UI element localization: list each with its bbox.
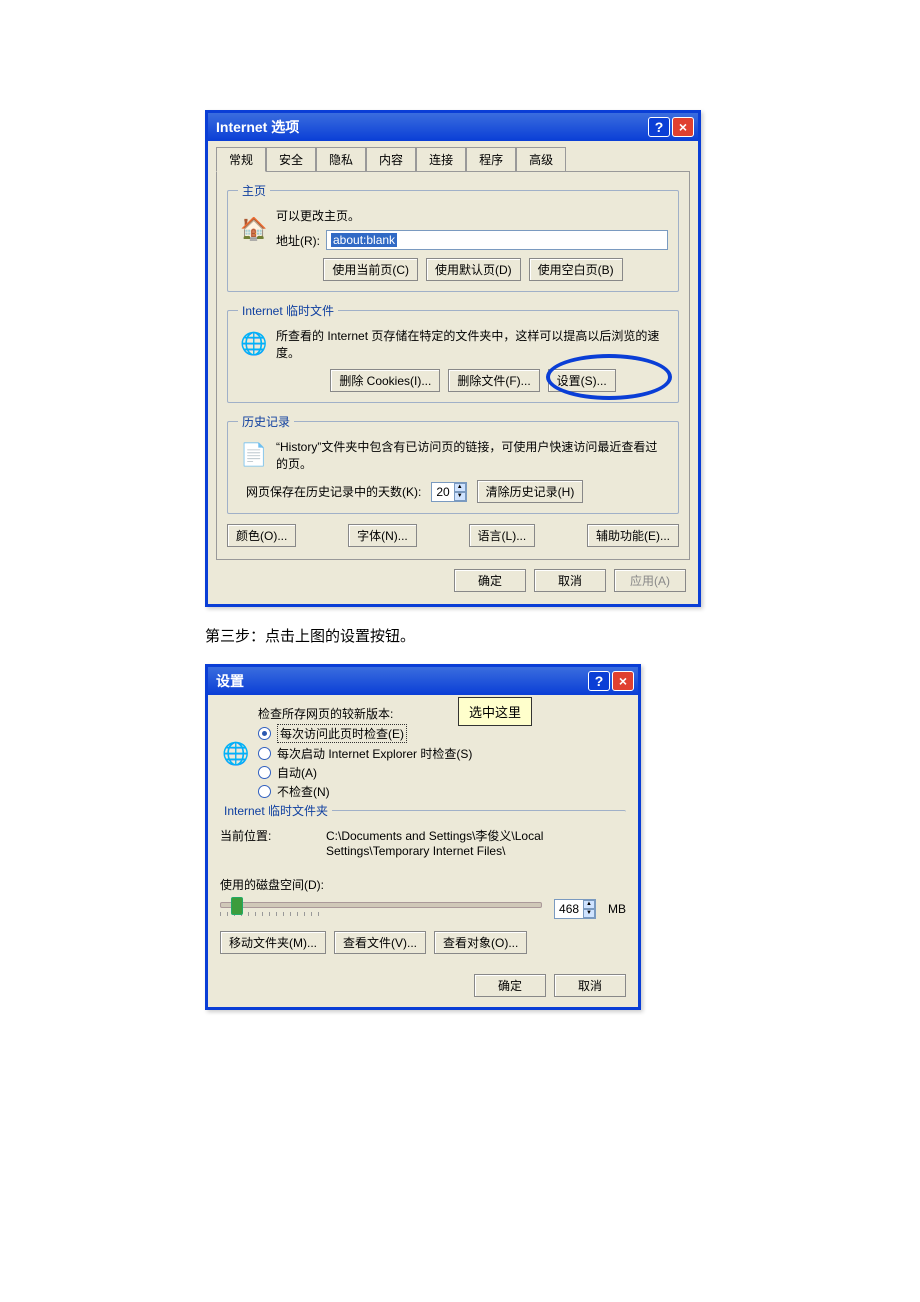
location-label: 当前位置:: [220, 827, 320, 844]
colors-button[interactable]: 颜色(O)...: [227, 524, 296, 547]
tab-connection[interactable]: 连接: [416, 147, 466, 172]
radio-auto-label: 自动(A): [277, 764, 317, 781]
radio-every-start-label: 每次启动 Internet Explorer 时检查(S): [277, 745, 472, 762]
settings-button[interactable]: 设置(S)...: [548, 369, 616, 392]
use-blank-button[interactable]: 使用空白页(B): [529, 258, 623, 281]
slider-thumb-icon[interactable]: [231, 897, 243, 915]
dialog-title: 设置: [216, 671, 244, 691]
disk-space-unit: MB: [608, 902, 626, 916]
tab-general[interactable]: 常规: [216, 147, 266, 172]
radio-icon: [258, 766, 271, 779]
tab-programs[interactable]: 程序: [466, 147, 516, 172]
radio-never-label: 不检查(N): [277, 783, 330, 800]
ok-button[interactable]: 确定: [454, 569, 526, 592]
radio-every-visit-label: 每次访问此页时检查(E): [277, 724, 407, 743]
home-icon: 🏠: [238, 213, 270, 245]
titlebar[interactable]: 设置 ? ×: [208, 667, 638, 695]
instruction-text: 第三步：点击上图的设置按钮。: [205, 625, 920, 646]
radio-never[interactable]: 不检查(N): [258, 783, 626, 800]
callout-label: 选中这里: [458, 697, 532, 726]
ie-icon: 🌐: [238, 328, 270, 360]
tab-panel-general: 主页 🏠 可以更改主页。 地址(R): about:blank 使用当前页(C)…: [216, 171, 690, 560]
spin-down-icon[interactable]: ▼: [583, 909, 595, 918]
address-value: about:blank: [331, 233, 397, 247]
cancel-button[interactable]: 取消: [554, 974, 626, 997]
history-days-spinner[interactable]: 20 ▲▼: [431, 482, 466, 502]
tab-security[interactable]: 安全: [266, 147, 316, 172]
ie-icon: 🌐: [220, 738, 252, 770]
disk-space-slider[interactable]: [220, 902, 542, 908]
internet-options-dialog: Internet 选项 ? × 常规 安全 隐私 内容 连接 程序 高级 主页 …: [205, 110, 701, 607]
radio-icon: [258, 747, 271, 760]
disk-space-value: 468: [559, 902, 579, 916]
view-files-button[interactable]: 查看文件(V)...: [334, 931, 426, 954]
close-icon[interactable]: ×: [672, 117, 694, 137]
homepage-desc: 可以更改主页。: [276, 207, 668, 224]
history-group: 历史记录 📄 “History”文件夹中包含有已访问页的链接，可使用户快速访问最…: [227, 413, 679, 514]
tab-advanced[interactable]: 高级: [516, 147, 566, 172]
history-legend: 历史记录: [238, 413, 294, 430]
address-label: 地址(R):: [276, 232, 320, 249]
close-icon[interactable]: ×: [612, 671, 634, 691]
tempfiles-group: Internet 临时文件 🌐 所查看的 Internet 页存储在特定的文件夹…: [227, 302, 679, 403]
accessibility-button[interactable]: 辅助功能(E)...: [587, 524, 679, 547]
tempfolder-group: Internet 临时文件夹 当前位置: C:\Documents and Se…: [220, 802, 626, 964]
radio-auto[interactable]: 自动(A): [258, 764, 626, 781]
ok-button[interactable]: 确定: [474, 974, 546, 997]
use-default-button[interactable]: 使用默认页(D): [426, 258, 521, 281]
history-days-label: 网页保存在历史记录中的天数(K):: [246, 483, 421, 500]
tempfiles-legend: Internet 临时文件: [238, 302, 338, 319]
tabstrip: 常规 安全 隐私 内容 连接 程序 高级: [208, 141, 698, 172]
titlebar[interactable]: Internet 选项 ? ×: [208, 113, 698, 141]
fonts-button[interactable]: 字体(N)...: [348, 524, 417, 547]
radio-every-start[interactable]: 每次启动 Internet Explorer 时检查(S): [258, 745, 626, 762]
address-input[interactable]: about:blank: [326, 230, 668, 250]
delete-files-button[interactable]: 删除文件(F)...: [448, 369, 539, 392]
tab-content[interactable]: 内容: [366, 147, 416, 172]
apply-button: 应用(A): [614, 569, 686, 592]
dialog-title: Internet 选项: [216, 117, 299, 137]
homepage-group: 主页 🏠 可以更改主页。 地址(R): about:blank 使用当前页(C)…: [227, 182, 679, 292]
delete-cookies-button[interactable]: 删除 Cookies(I)...: [330, 369, 440, 392]
tempfiles-desc: 所查看的 Internet 页存储在特定的文件夹中，这样可以提高以后浏览的速度。: [276, 327, 668, 361]
use-current-button[interactable]: 使用当前页(C): [323, 258, 418, 281]
clear-history-button[interactable]: 清除历史记录(H): [477, 480, 584, 503]
view-objects-button[interactable]: 查看对象(O)...: [434, 931, 527, 954]
location-value: C:\Documents and Settings\李俊义\Local Sett…: [326, 827, 626, 858]
cancel-button[interactable]: 取消: [534, 569, 606, 592]
disk-space-spinner[interactable]: 468 ▲▼: [554, 899, 596, 919]
check-newer-label: 检查所存网页的较新版本:: [258, 705, 626, 722]
radio-icon: [258, 727, 271, 740]
help-icon[interactable]: ?: [648, 117, 670, 137]
spin-down-icon[interactable]: ▼: [454, 492, 466, 501]
history-icon: 📄: [238, 439, 270, 471]
homepage-legend: 主页: [238, 182, 270, 199]
history-days-value: 20: [436, 485, 449, 499]
move-folder-button[interactable]: 移动文件夹(M)...: [220, 931, 326, 954]
radio-every-visit[interactable]: 每次访问此页时检查(E): [258, 724, 626, 743]
spin-up-icon[interactable]: ▲: [454, 483, 466, 492]
tempfolder-legend: Internet 临时文件夹: [220, 802, 332, 819]
spin-up-icon[interactable]: ▲: [583, 900, 595, 909]
history-desc: “History”文件夹中包含有已访问页的链接，可使用户快速访问最近查看过的页。: [276, 438, 668, 472]
help-icon[interactable]: ?: [588, 671, 610, 691]
settings-dialog: 设置 ? × 选中这里 🌐 检查所存网页的较新版本: 每次访问此页时检查(E) …: [205, 664, 641, 1010]
languages-button[interactable]: 语言(L)...: [469, 524, 536, 547]
disk-space-label: 使用的磁盘空间(D):: [220, 876, 626, 893]
radio-icon: [258, 785, 271, 798]
tab-privacy[interactable]: 隐私: [316, 147, 366, 172]
